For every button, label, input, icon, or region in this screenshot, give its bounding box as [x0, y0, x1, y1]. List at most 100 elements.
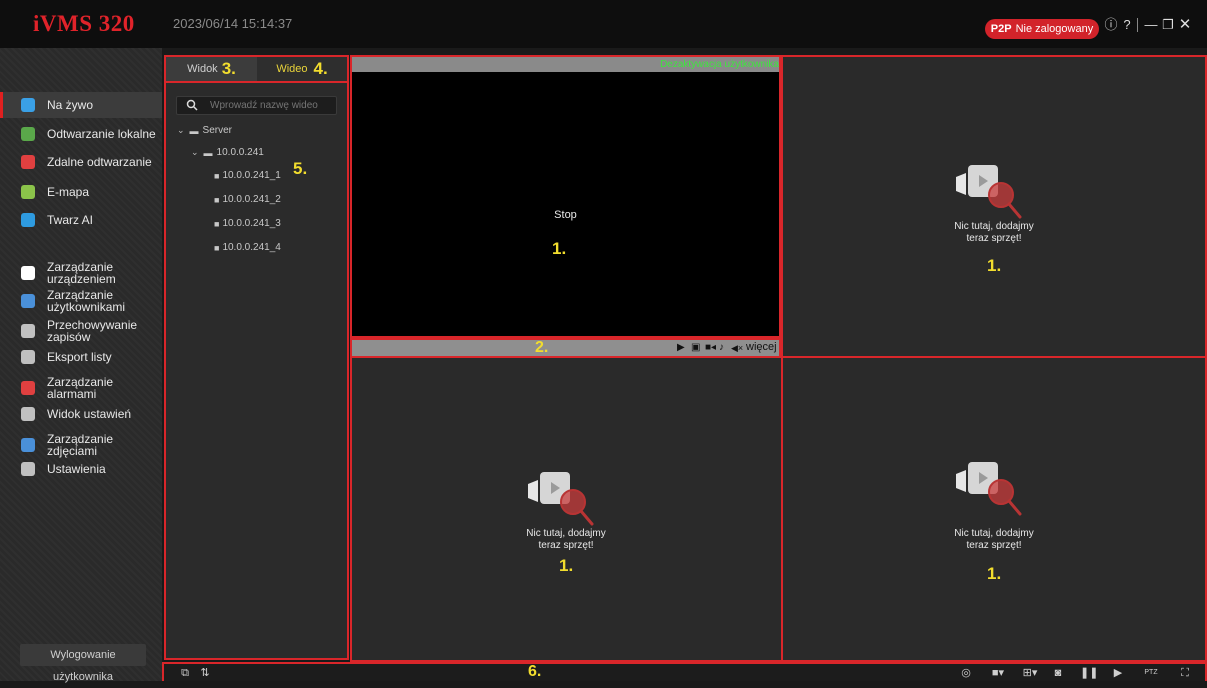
export-list-icon [21, 350, 35, 364]
sidebar-item-9[interactable]: Zarządzanie alarmami [0, 372, 162, 404]
multi-window-icon[interactable]: ⧉ [178, 666, 192, 680]
empty-state-line-2: teraz sprzęt! [966, 233, 1022, 244]
sidebar-item-3[interactable]: E-mapa [0, 179, 162, 205]
video-camera-icon: ■ [214, 194, 220, 205]
tab-view[interactable]: Widok 3. [166, 57, 257, 81]
live-view-icon [21, 98, 35, 112]
sidebar-item-label: Widok ustawień [47, 407, 132, 421]
annotation-1: 1. [559, 556, 574, 575]
sidebar-item-8[interactable]: Eksport listy [0, 344, 162, 370]
sidebar-item-label: Zarządzanie zdjęciami [47, 432, 114, 458]
emap-icon [21, 185, 35, 199]
device-management-icon [21, 266, 35, 280]
annotation-1: 1. [552, 239, 567, 258]
sidebar-item-label: Ustawienia [47, 462, 106, 476]
play-icon[interactable]: ▶ [677, 342, 685, 354]
empty-state-line-1: Nic tutaj, dodajmy [526, 528, 606, 539]
sidebar-item-label: Zarządzanie alarmami [47, 375, 114, 401]
restore-icon[interactable]: ❐ [1161, 18, 1175, 32]
sort-icon[interactable]: ⇅ [198, 666, 212, 680]
datetime-display: 2023/06/14 15:14:37 [173, 16, 293, 31]
tree-channel-label: 10.0.0.241_4 [222, 242, 281, 253]
empty-state-line-2: teraz sprzęt! [538, 540, 594, 551]
annotation-1: 1. [987, 564, 1002, 583]
snapshot-icon[interactable]: ▣ [691, 342, 700, 354]
fullscreen-icon[interactable]: ⛶ [1177, 666, 1193, 680]
sidebar-item-label: Twarz AI [47, 213, 94, 227]
sidebar-item-label: Zdalne odtwarzanie [47, 155, 152, 169]
empty-state-message: Nic tutaj, dodajmy teraz sprzęt! [934, 528, 1054, 552]
sidebar-item-label: Odtwarzanie lokalne [47, 127, 156, 141]
storage-icon [21, 324, 35, 338]
tree-channel-node[interactable]: ■ 10.0.0.241_1 [214, 170, 281, 181]
tree-device-label: 10.0.0.241 [216, 147, 264, 158]
device-icon: ▬ [203, 147, 213, 158]
sidebar-item-label: Zarządzanie urządzeniem [47, 260, 116, 286]
p2p-login-button[interactable]: P2P Nie zalogowany [985, 19, 1099, 39]
sidebar-item-10[interactable]: Widok ustawień [0, 401, 162, 427]
mute-icon[interactable]: ◀× [731, 342, 743, 354]
tree-device-node[interactable]: ⌄ ▬ 10.0.0.241 [191, 147, 264, 158]
video-camera-icon: ■ [214, 242, 220, 253]
sidebar-item-1[interactable]: Odtwarzanie lokalne [0, 121, 162, 147]
minimize-icon[interactable]: — [1144, 18, 1158, 32]
screen-capture-icon[interactable]: ◎ [958, 666, 974, 680]
annotation-6: 6. [528, 663, 542, 680]
microphone-icon[interactable]: ♪ [719, 342, 724, 354]
tree-channel-label: 10.0.0.241_3 [222, 218, 281, 229]
search-icon [186, 99, 198, 111]
server-icon: ▬ [189, 125, 199, 136]
single-layout-icon[interactable]: ■▾ [988, 666, 1008, 680]
view-settings-icon [21, 407, 35, 421]
chevron-down-icon: ⌄ [191, 147, 199, 157]
photo-management-icon [21, 438, 35, 452]
device-panel [164, 55, 349, 660]
annotation-2: 2. [535, 339, 549, 356]
grid-layout-icon[interactable]: ⊞▾ [1020, 666, 1040, 680]
sidebar-item-6[interactable]: Zarządzanie użytkownikami [0, 285, 162, 317]
sidebar-item-label: Eksport listy [47, 350, 112, 364]
sidebar-item-2[interactable]: Zdalne odtwarzanie [0, 149, 162, 175]
sidebar-item-4[interactable]: Twarz AI [0, 207, 162, 233]
play-all-icon[interactable]: ▶ [1110, 666, 1126, 680]
no-device-icon [956, 462, 1022, 516]
sidebar-item-12[interactable]: Ustawienia [0, 456, 162, 482]
sidebar-item-label: Na żywo [47, 98, 94, 112]
empty-state-line-2: teraz sprzęt! [966, 540, 1022, 551]
user-management-icon [21, 294, 35, 308]
deactivation-status: Dezaktywacja użytkownika [660, 59, 779, 70]
pause-all-icon[interactable]: ❚❚ [1080, 666, 1098, 680]
chevron-down-icon: ⌄ [177, 125, 185, 135]
sidebar-item-label: Zarządzanie użytkownikami [47, 288, 126, 314]
sidebar-item-0[interactable]: Na żywo [0, 92, 162, 118]
record-icon[interactable]: ■◂ [705, 342, 716, 354]
remote-playback-icon [21, 155, 35, 169]
no-device-icon [956, 165, 1022, 219]
camera-snapshot-icon[interactable]: ◙ [1050, 666, 1066, 680]
tab-video[interactable]: Wideo 4. [257, 57, 347, 81]
tree-server-node[interactable]: ⌄ ▬ Server [177, 125, 232, 136]
info-icon[interactable]: ⓘ [1104, 18, 1118, 32]
p2p-badge: P2P [990, 23, 1012, 35]
tree-channel-node[interactable]: ■ 10.0.0.241_2 [214, 194, 281, 205]
ptz-icon[interactable]: PTZ [1143, 666, 1159, 680]
close-icon[interactable]: ✕ [1178, 17, 1192, 32]
video-camera-icon: ■ [214, 218, 220, 229]
tree-channel-label: 10.0.0.241_2 [222, 194, 281, 205]
title-divider [1137, 18, 1138, 32]
tree-channel-node[interactable]: ■ 10.0.0.241_3 [214, 218, 281, 229]
stream-stop-status: Stop [554, 209, 577, 221]
more-button[interactable]: więcej [746, 341, 777, 353]
logout-button[interactable]: Wylogowanie użytkownika [20, 644, 146, 683]
tree-channel-label: 10.0.0.241_1 [222, 170, 281, 181]
empty-state-message: Nic tutaj, dodajmy teraz sprzęt! [934, 221, 1054, 245]
search-input[interactable] [210, 97, 335, 114]
sidebar-item-7[interactable]: Przechowywanie zapisów [0, 315, 162, 347]
annotation-5: 5. [293, 159, 308, 178]
video-cell-1[interactable] [350, 55, 781, 338]
sidebar-item-label: E-mapa [47, 185, 90, 199]
help-icon[interactable]: ? [1120, 18, 1134, 32]
tree-server-label: Server [202, 125, 232, 136]
tree-channel-node[interactable]: ■ 10.0.0.241_4 [214, 242, 281, 253]
local-playback-icon [21, 127, 35, 141]
